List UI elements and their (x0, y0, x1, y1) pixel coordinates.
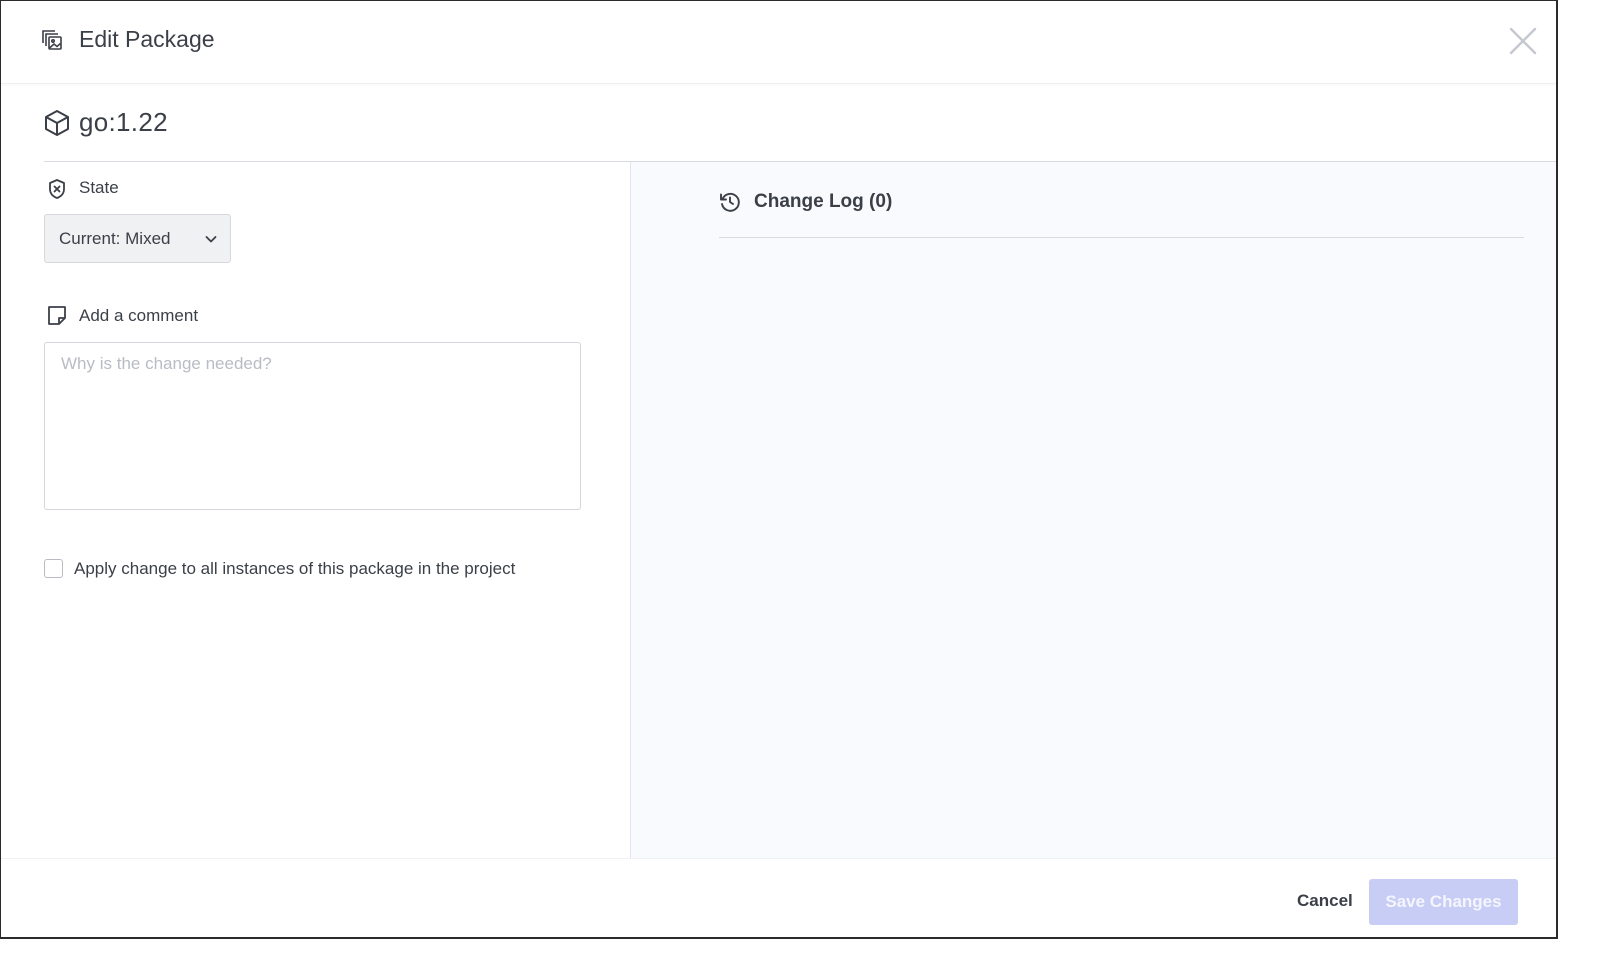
change-log-pane: Change Log (0) (630, 162, 1556, 858)
comment-textarea[interactable] (44, 342, 581, 510)
cancel-button[interactable]: Cancel (1285, 881, 1365, 921)
note-icon (47, 305, 67, 331)
state-select-value: Current: Mixed (59, 229, 171, 248)
chevron-down-icon (204, 232, 218, 246)
package-name: go:1.22 (79, 107, 168, 137)
modal-header: Edit Package (1, 1, 1556, 84)
cube-icon (44, 109, 70, 137)
history-icon (719, 191, 741, 213)
edit-package-modal: Edit Package go:1.22 State Current: Mixe… (0, 0, 1558, 939)
save-changes-button[interactable]: Save Changes (1369, 879, 1518, 925)
shield-x-icon (47, 178, 67, 205)
close-icon (1509, 27, 1537, 55)
package-images-icon (40, 28, 64, 52)
modal-footer: Cancel Save Changes (1, 858, 1556, 937)
apply-all-label[interactable]: Apply change to all instances of this pa… (74, 559, 515, 579)
comment-label: Add a comment (79, 306, 199, 325)
state-select[interactable]: Current: Mixed (44, 214, 231, 263)
change-log-title: Change Log (0) (754, 191, 893, 212)
modal-title: Edit Package (79, 26, 215, 52)
state-label: State (79, 178, 119, 197)
apply-all-checkbox[interactable] (44, 559, 63, 578)
edit-form-pane: State Current: Mixed Add a comment Apply… (1, 162, 630, 858)
divider (719, 237, 1524, 238)
close-button[interactable] (1507, 25, 1539, 57)
